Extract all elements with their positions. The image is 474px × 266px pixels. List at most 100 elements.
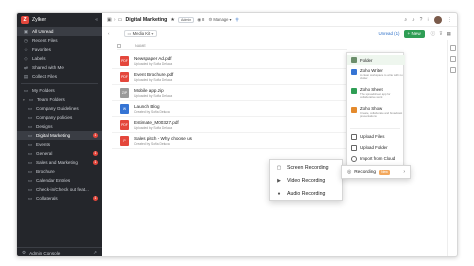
- star-icon[interactable]: ★: [170, 17, 175, 23]
- unread-filter[interactable]: Unread (1): [379, 31, 400, 36]
- external-link-icon[interactable]: ↗: [93, 250, 97, 256]
- audio-recording-item[interactable]: ● Audio Recording: [270, 188, 344, 200]
- video-recording-item[interactable]: ▶ Video Recording: [270, 175, 344, 187]
- upload-folder-item[interactable]: Upload Folder: [347, 143, 405, 152]
- file-name[interactable]: Event Brochure.pdf: [134, 72, 173, 77]
- activity-panel-icon[interactable]: [449, 56, 456, 62]
- members-count[interactable]: 8: [202, 17, 204, 22]
- sidebar-item-recent-files[interactable]: ◷ Recent Files: [17, 36, 102, 45]
- table-row[interactable]: PDF Estimate_M00327.pdf Uploaded by Sofi…: [112, 117, 347, 133]
- collect-icon: ▤: [23, 73, 29, 79]
- table-row[interactable]: ZIP Mobile app.zip Uploaded by Sofia Del…: [112, 85, 347, 101]
- sidebar-item-label: Collaterals: [36, 196, 58, 201]
- sidebar-item-shared-with-me[interactable]: ⇄ Shared with Me: [17, 63, 102, 72]
- new-show-item[interactable]: Zoho Show Create, collaborate and broadc…: [347, 106, 405, 124]
- menu-item-label: Recording: [354, 169, 377, 175]
- new-menu-dropdown: Folder Zoho Writer A clean workspace to …: [346, 52, 405, 168]
- folder-icon: ▭: [27, 159, 33, 165]
- table-row[interactable]: W Launch Blog Created by Sofia Deluca: [112, 101, 347, 117]
- file-name[interactable]: Launch Blog: [134, 104, 170, 109]
- folder-icon: ▭: [23, 87, 29, 93]
- sidebar-item-events[interactable]: ▭ Events: [17, 140, 102, 149]
- table-row[interactable]: PDF Newspaper Ad.pdf Uploaded by Sofia D…: [112, 53, 347, 69]
- members-icon[interactable]: ◉: [197, 17, 201, 23]
- new-button[interactable]: + New: [403, 29, 425, 38]
- new-folder-item[interactable]: Folder: [347, 55, 405, 65]
- pin-icon[interactable]: ⚲: [235, 17, 238, 23]
- writer-doc-icon: W: [120, 103, 129, 114]
- sidebar-item-labels[interactable]: ◇ Labels: [17, 54, 102, 63]
- sidebar-item-collect-files[interactable]: ▤ Collect Files: [17, 72, 102, 81]
- more-icon[interactable]: ⋮: [447, 17, 452, 23]
- new-writer-item[interactable]: Zoho Writer A clean workspace to write w…: [347, 68, 405, 84]
- upload-files-item[interactable]: Upload Files: [347, 132, 405, 141]
- sheet-icon: [351, 88, 357, 94]
- menu-item-description: A clean workspace to write with no clutt…: [360, 73, 403, 81]
- apps-grid-icon[interactable]: ⁝: [427, 17, 429, 23]
- chevron-down-icon[interactable]: ▾: [23, 98, 26, 102]
- name-column-header[interactable]: NAME: [135, 44, 146, 48]
- back-arrow-icon[interactable]: ‹: [108, 31, 110, 36]
- sidebar-item-check-in-check-out[interactable]: ▭ Check-in/Check out feat...: [17, 185, 102, 194]
- menu-item-label: Upload Files: [360, 134, 385, 139]
- collapse-sidebar-icon[interactable]: «: [95, 17, 98, 23]
- sidebar-item-company-policies[interactable]: ▭ Company policies: [17, 113, 102, 122]
- sidebar-item-all-unread[interactable]: ▣ All Unread: [17, 27, 102, 36]
- sidebar-item-sales-and-marketing[interactable]: ▭ Sales and Marketing 1: [17, 158, 102, 167]
- sidebar-item-brochure[interactable]: ▭ Brochure: [17, 167, 102, 176]
- notification-bell-icon[interactable]: ♪: [412, 17, 415, 23]
- info-icon[interactable]: ⓘ: [431, 31, 436, 37]
- unread-badge: 1: [93, 196, 98, 201]
- video-camera-icon: ▶: [277, 178, 281, 184]
- record-icon: ◎: [347, 169, 352, 175]
- unread-badge: 1: [93, 133, 98, 138]
- file-meta: Event Brochure.pdf Uploaded by Sofia Del…: [134, 72, 173, 82]
- sidebar-item-label: Brochure: [36, 169, 55, 174]
- search-icon[interactable]: ⌕: [404, 17, 407, 23]
- grid-view-icon[interactable]: ▦: [447, 31, 451, 37]
- file-name[interactable]: Mobile app.zip: [134, 88, 172, 93]
- import-cloud-item[interactable]: Import from Cloud: [347, 154, 405, 163]
- sidebar-item-digital-marketing[interactable]: ▭ Digital Marketing 1: [17, 131, 102, 140]
- details-panel-icon[interactable]: [449, 45, 456, 51]
- sidebar-item-favorites[interactable]: ☆ Favorites: [17, 45, 102, 54]
- sidebar-header: Z Zylker «: [17, 13, 102, 27]
- sidebar-item-team-folders[interactable]: ▾ ▭ Team Folders: [17, 95, 102, 104]
- filter-icon[interactable]: ⊽: [439, 31, 442, 37]
- sidebar-item-label: Shared with Me: [32, 65, 64, 70]
- folder-icon: ▭: [27, 177, 33, 183]
- file-name[interactable]: Newspaper Ad.pdf: [134, 56, 172, 61]
- sidebar-item-my-folders[interactable]: ▭ My Folders: [17, 86, 102, 95]
- admin-console-link[interactable]: ⚙ Admin Console ↗: [17, 247, 102, 256]
- upload-folder-icon: [351, 144, 357, 151]
- comments-panel-icon[interactable]: [449, 67, 456, 73]
- new-sheet-item[interactable]: Zoho Sheet The spreadsheet app for colla…: [347, 87, 405, 103]
- sidebar-item-collaterals[interactable]: ▭ Collaterals 1: [17, 194, 102, 203]
- sidebar-item-company-guidelines[interactable]: ▭ Company Guidelines: [17, 104, 102, 113]
- right-rail: [447, 40, 457, 256]
- clock-icon: ◷: [24, 37, 28, 43]
- help-icon[interactable]: ?: [420, 17, 423, 23]
- chevron-down-icon[interactable]: ▾: [229, 17, 231, 22]
- zip-file-icon: ZIP: [120, 87, 129, 98]
- org-name[interactable]: Zylker: [32, 17, 46, 23]
- recording-menu-item[interactable]: ◎ Recording New ›: [341, 165, 411, 179]
- settings-icon[interactable]: ⚙: [208, 17, 212, 23]
- avatar[interactable]: [434, 15, 442, 24]
- sidebar-item-label: Sales and Marketing: [36, 160, 78, 165]
- menu-item-label: Folder: [360, 57, 373, 63]
- sidebar-item-general[interactable]: ▭ General 1: [17, 149, 102, 158]
- file-name[interactable]: Estimate_M00327.pdf: [134, 120, 179, 125]
- admin-console-label: Admin Console: [29, 250, 61, 256]
- recording-submenu: ▢ Screen Recording ▶ Video Recording ● A…: [269, 159, 343, 201]
- media-kit-breadcrumb[interactable]: ▭ Media Kit ▾: [123, 30, 158, 37]
- table-row[interactable]: P Sales pitch - Why choose us Created by…: [112, 133, 347, 149]
- sidebar-item-label: Designs: [36, 124, 53, 129]
- select-all-checkbox[interactable]: [117, 44, 121, 48]
- sidebar-item-designs[interactable]: ▭ Designs: [17, 122, 102, 131]
- manage-menu[interactable]: Manage: [213, 17, 228, 22]
- table-row[interactable]: PDF Event Brochure.pdf Uploaded by Sofia…: [112, 69, 347, 85]
- screen-recording-item[interactable]: ▢ Screen Recording: [270, 162, 344, 174]
- file-name[interactable]: Sales pitch - Why choose us: [134, 136, 192, 141]
- sidebar-item-calendar-entries[interactable]: ▭ Calendar Entries: [17, 176, 102, 185]
